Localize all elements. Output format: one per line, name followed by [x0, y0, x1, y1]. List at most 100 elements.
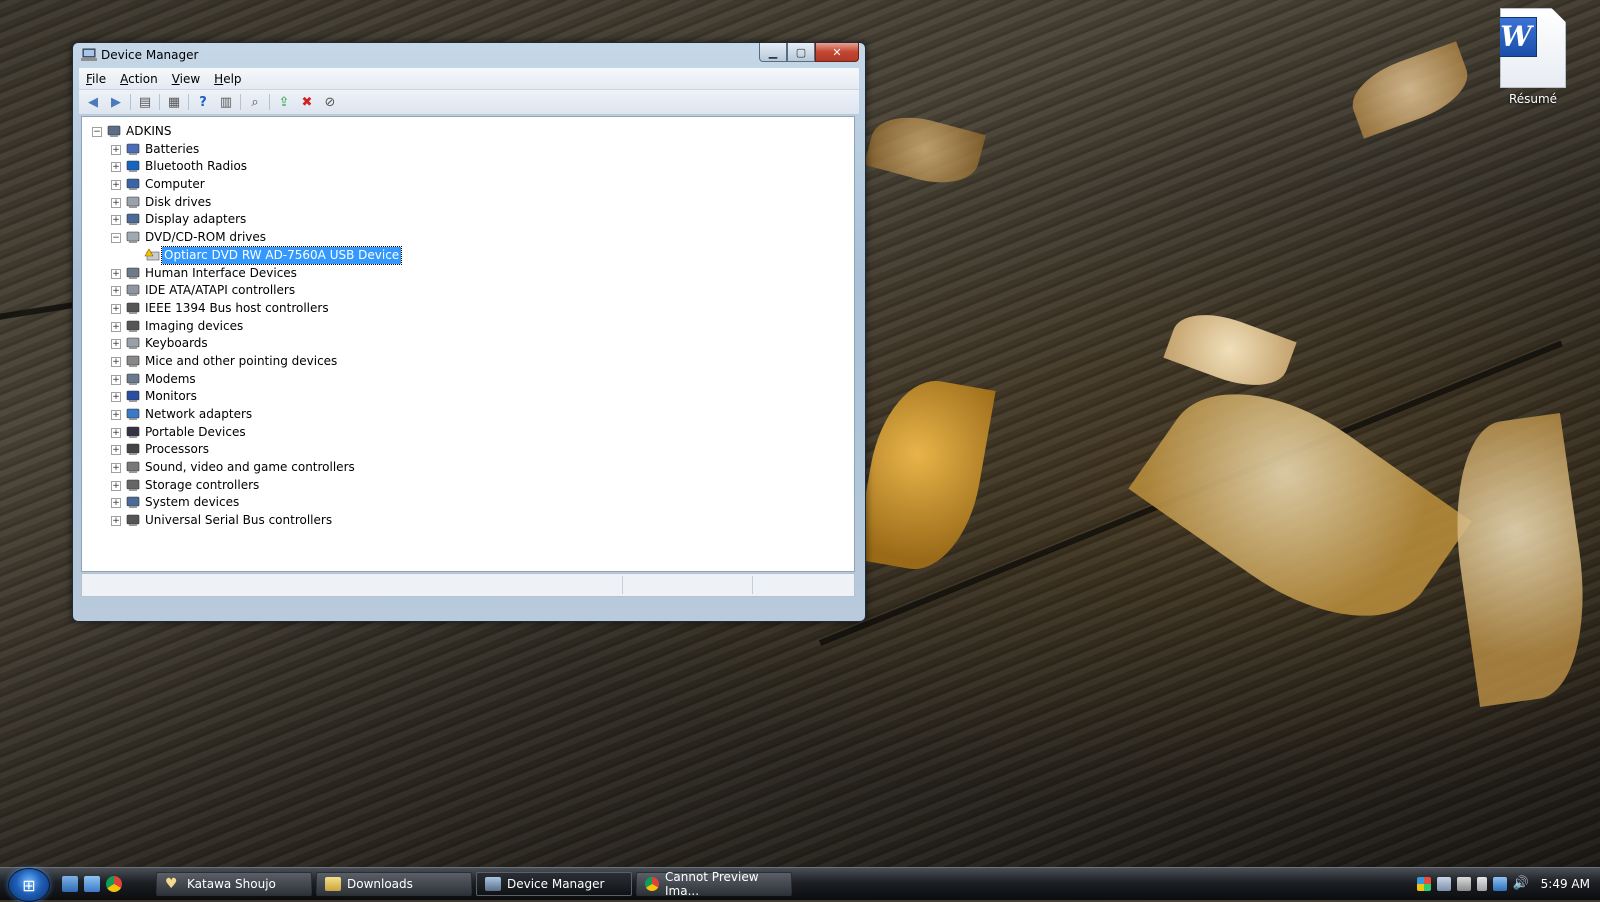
expand-icon[interactable]: +: [111, 215, 121, 226]
start-button[interactable]: ⊞: [8, 868, 50, 902]
show-hide-console-tree-icon: ▤: [138, 94, 152, 110]
folder-icon: [325, 877, 341, 891]
dvd-drive-icon: [126, 231, 140, 244]
expand-icon[interactable]: +: [111, 427, 121, 438]
update-driver-icon: ⇪: [278, 94, 290, 110]
desktop-icon-resume[interactable]: W Résumé: [1488, 8, 1578, 106]
wallpaper-leaf: [1163, 301, 1297, 399]
tree-node-label: Bluetooth Radios: [145, 159, 248, 174]
update-driver-button[interactable]: ⇪: [274, 93, 294, 111]
minimize-button[interactable]: ▁: [759, 43, 787, 62]
taskbar-button-katawa-shoujo[interactable]: ♥ Katawa Shoujo: [156, 872, 312, 896]
expand-icon[interactable]: +: [111, 463, 121, 474]
wallpaper-leaf: [864, 106, 986, 194]
volume-icon[interactable]: 🔊: [1513, 877, 1529, 891]
view-icon: ▥: [219, 94, 233, 110]
expand-icon[interactable]: +: [111, 144, 121, 155]
show-desktop-icon[interactable]: [62, 876, 78, 892]
device-manager-icon: [81, 48, 97, 61]
toolbar-separator: [188, 94, 189, 110]
tree-node-label: Human Interface Devices: [145, 265, 297, 280]
toolbar-separator: [240, 94, 241, 110]
network-icon[interactable]: [1436, 877, 1451, 891]
expand-icon[interactable]: +: [111, 197, 121, 208]
bluetooth-icon: [126, 161, 140, 173]
minimize-icon: ▁: [768, 45, 778, 59]
network-status-icon[interactable]: [1492, 877, 1507, 891]
heart-icon: ♥: [165, 876, 178, 892]
tree-node-label: Keyboards: [145, 336, 208, 351]
disable-device-button[interactable]: ⊘: [320, 93, 340, 111]
tree-node-label: Network adapters: [145, 407, 253, 421]
expand-icon[interactable]: +: [111, 392, 121, 403]
expand-icon[interactable]: +: [111, 410, 121, 420]
tree-node-label: Portable Devices: [145, 424, 246, 439]
expand-icon[interactable]: +: [111, 162, 121, 173]
taskbar-button-chrome[interactable]: Cannot Preview Ima...: [636, 870, 792, 898]
maximize-button[interactable]: ▢: [787, 43, 815, 62]
tree-node-label: Optiarc DVD RW AD-7560A USB Device: [160, 245, 403, 265]
expand-icon[interactable]: +: [111, 516, 121, 527]
expand-icon[interactable]: +: [111, 339, 121, 350]
close-button[interactable]: ✕: [815, 43, 859, 62]
taskbar-button-device-manager[interactable]: Device Manager: [476, 872, 632, 896]
expand-icon[interactable]: +: [111, 445, 121, 456]
uninstall-button[interactable]: ✖: [297, 93, 317, 111]
menu-action[interactable]: Action: [113, 72, 165, 86]
forward-arrow-icon: ▶: [111, 94, 121, 110]
disable-device-icon: ⊘: [324, 94, 336, 110]
forward-button[interactable]: ▶: [106, 93, 126, 111]
scan-hardware-button[interactable]: ⌕: [245, 93, 265, 111]
title-bar[interactable]: Device Manager ▁ ▢ ✕: [73, 43, 865, 67]
window-title: Device Manager: [101, 48, 199, 62]
expand-icon[interactable]: +: [111, 286, 121, 297]
tree-node-label: IEEE 1394 Bus host controllers: [145, 300, 329, 315]
expand-icon[interactable]: +: [111, 321, 121, 332]
network-adapter-icon: [126, 408, 140, 420]
device-manager-icon: [485, 877, 501, 891]
quick-launch: [62, 876, 122, 892]
expand-icon[interactable]: +: [111, 303, 121, 314]
help-button[interactable]: ?: [193, 93, 213, 111]
tree-node-label: Mice and other pointing devices: [145, 353, 338, 368]
chrome-icon: [645, 877, 659, 891]
expand-icon[interactable]: +: [111, 180, 121, 191]
view-button[interactable]: ▥: [216, 93, 236, 111]
status-bar: [81, 573, 855, 597]
device-tree-pane[interactable]: − ADKINS + Batteries + Bluetooth Radios + Compu…: [81, 116, 855, 572]
keyboard-icon: [126, 337, 140, 350]
back-button[interactable]: ◀: [83, 93, 103, 111]
menu-file[interactable]: File: [79, 72, 113, 86]
menu-help[interactable]: Help: [207, 72, 248, 86]
power-icon[interactable]: [1476, 877, 1487, 891]
modem-icon: [126, 373, 140, 385]
clock[interactable]: 5:49 AM: [1541, 877, 1590, 891]
expand-icon[interactable]: +: [111, 268, 121, 279]
expand-icon[interactable]: +: [111, 498, 121, 509]
tree-node-label: ADKINS: [126, 124, 172, 138]
uninstall-icon: ✖: [301, 94, 313, 110]
display-icon[interactable]: [1456, 877, 1471, 891]
switch-windows-icon[interactable]: [84, 876, 100, 892]
taskbar-button-downloads[interactable]: Downloads: [316, 872, 472, 896]
collapse-icon[interactable]: −: [111, 233, 121, 244]
tree-node-label: Modems: [145, 371, 196, 386]
show-hide-console-tree-button[interactable]: ▤: [135, 93, 155, 111]
menu-view[interactable]: View: [165, 72, 207, 86]
properties-icon: ▦: [167, 94, 181, 110]
expand-icon[interactable]: +: [111, 374, 121, 385]
taskbar-button-label: Device Manager: [507, 877, 605, 891]
properties-button[interactable]: ▦: [164, 93, 184, 111]
collapse-icon[interactable]: −: [92, 127, 102, 137]
portable-device-icon: [126, 426, 140, 438]
firewire-icon: [126, 302, 140, 314]
expand-icon[interactable]: +: [111, 480, 121, 491]
toolbar: ◀ ▶ ▤ ▦ ? ▥ ⌕ ⇪ ✖ ⊘: [79, 90, 859, 115]
device-manager-window: Device Manager ▁ ▢ ✕ File Action View He…: [72, 42, 866, 622]
maximize-icon: ▢: [795, 45, 807, 59]
windows-flag-icon[interactable]: [1416, 877, 1431, 891]
tree-node-label: Monitors: [145, 389, 197, 404]
chrome-icon[interactable]: [106, 876, 122, 892]
expand-icon[interactable]: +: [111, 356, 121, 367]
monitor-icon: [126, 391, 140, 403]
